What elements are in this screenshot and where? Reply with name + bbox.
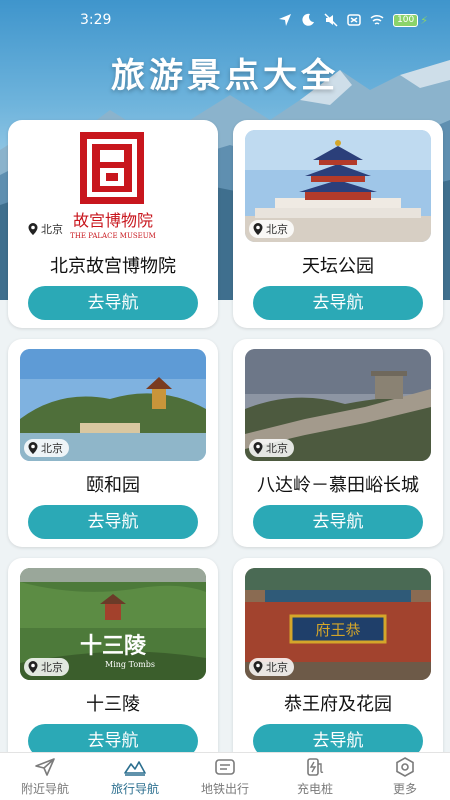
location-tag: 北京 (24, 439, 69, 457)
status-bar: 3:29 100 ⚡ (0, 0, 450, 40)
location-pin-icon (28, 223, 38, 235)
attraction-photo: 十三陵 Ming Tombs 北京 (20, 568, 206, 680)
ticket-icon (215, 758, 235, 775)
moon-icon (302, 13, 315, 26)
location-city: 北京 (266, 442, 288, 455)
navigate-button[interactable]: 去导航 (253, 286, 423, 320)
location-pin-icon (28, 661, 38, 673)
attraction-photo: 故宫博物院 THE PALACE MUSEUM 北京 (20, 130, 206, 242)
page-title: 旅游景点大全 (111, 56, 339, 96)
tab-label: 地铁出行 (200, 781, 249, 796)
location-tag: 北京 (249, 220, 294, 238)
tab-nearby-navigation[interactable]: 附近导航 (0, 753, 90, 800)
attraction-name: 八达岭－慕田峪长城 (257, 475, 419, 496)
location-tag: 北京 (249, 439, 294, 457)
logo-text: 故宫博物院 (73, 211, 153, 230)
battery-icon: 100 ⚡ (393, 13, 428, 27)
attraction-name: 北京故宫博物院 (50, 256, 176, 277)
tab-travel-navigation[interactable]: 旅行导航 (90, 753, 180, 800)
attraction-photo: 北京 (245, 130, 431, 242)
location-pin-icon (28, 442, 38, 454)
tab-label: 旅行导航 (110, 781, 159, 796)
logo-subtext: THE PALACE MUSEUM (70, 232, 156, 240)
tab-label: 附近导航 (20, 781, 69, 796)
location-city: 北京 (266, 661, 288, 674)
mountain-icon (124, 760, 146, 776)
navigate-button[interactable]: 去导航 (28, 286, 198, 320)
location-tag: 北京 (24, 220, 69, 238)
location-city: 北京 (41, 661, 63, 674)
location-arrow-icon (279, 14, 292, 26)
attraction-card[interactable]: 北京 天坛公园 去导航 (233, 120, 443, 328)
location-pin-icon (253, 442, 263, 454)
location-city: 北京 (41, 223, 63, 236)
tab-label: 充电桩 (296, 781, 333, 796)
hexagon-icon (396, 756, 414, 777)
location-tag: 北京 (24, 658, 69, 676)
attraction-name: 颐和园 (86, 475, 140, 496)
location-pin-icon (253, 223, 263, 235)
tab-more[interactable]: 更多 (360, 753, 450, 800)
status-time: 3:29 (80, 12, 112, 28)
tab-label: 更多 (392, 781, 417, 796)
attraction-card[interactable]: 北京 颐和园 去导航 (8, 339, 218, 547)
photo-overlay-subtitle: Ming Tombs (105, 660, 155, 669)
location-tag: 北京 (249, 658, 294, 676)
bottom-tab-bar: 附近导航 旅行导航 地铁出行 充电桩 更多 (0, 752, 450, 800)
attraction-card[interactable]: 府王恭 北京 恭王府及花园 去导航 (233, 558, 443, 766)
attraction-photo: 府王恭 北京 (245, 568, 431, 680)
attraction-photo: 北京 (245, 349, 431, 461)
send-icon (35, 757, 55, 776)
sim-off-icon (347, 14, 361, 26)
location-city: 北京 (41, 442, 63, 455)
attraction-name: 恭王府及花园 (284, 694, 392, 715)
wifi-icon (370, 14, 384, 25)
plaque-text: 府王恭 (315, 621, 360, 639)
attraction-card[interactable]: 北京 八达岭－慕田峪长城 去导航 (233, 339, 443, 547)
charger-icon (307, 757, 324, 776)
tab-subway[interactable]: 地铁出行 (180, 753, 270, 800)
photo-overlay-title: 十三陵 (80, 633, 147, 659)
tab-charging-station[interactable]: 充电桩 (270, 753, 360, 800)
attraction-photo: 北京 (20, 349, 206, 461)
attraction-card[interactable]: 十三陵 Ming Tombs 北京 十三陵 去导航 (8, 558, 218, 766)
navigate-button[interactable]: 去导航 (253, 505, 423, 539)
attraction-name: 天坛公园 (302, 256, 374, 277)
attraction-name: 十三陵 (86, 694, 140, 715)
location-city: 北京 (266, 223, 288, 236)
navigate-button[interactable]: 去导航 (28, 505, 198, 539)
attraction-card[interactable]: 故宫博物院 THE PALACE MUSEUM 北京 北京故宫博物院 去导航 (8, 120, 218, 328)
mute-icon (324, 13, 338, 27)
location-pin-icon (253, 661, 263, 673)
battery-level: 100 (393, 13, 419, 27)
